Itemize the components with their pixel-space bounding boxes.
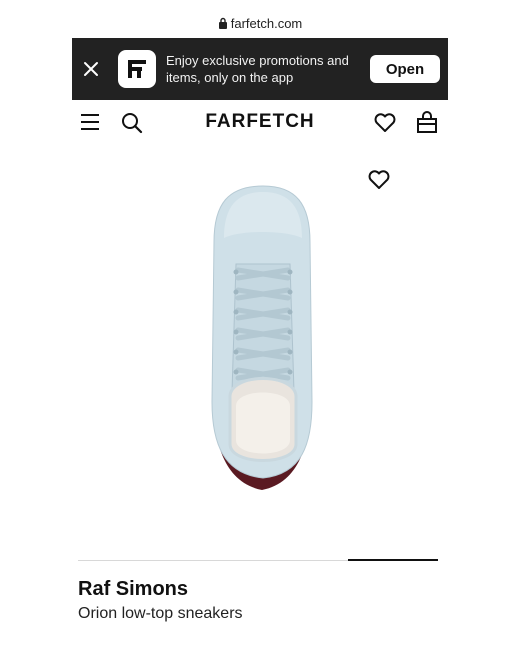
heart-icon[interactable] <box>374 113 396 133</box>
shopping-bag-icon[interactable] <box>416 111 438 133</box>
banner-message: Enjoy exclusive promotions and items, on… <box>166 53 349 85</box>
url-text: farfetch.com <box>230 15 303 31</box>
site-header: FARFETCH <box>72 102 448 146</box>
close-icon <box>84 62 98 76</box>
image-carousel-indicator[interactable] <box>348 559 438 561</box>
app-promo-banner: Enjoy exclusive promotions and items, on… <box>72 38 448 100</box>
farfetch-app-logo <box>118 50 156 88</box>
product-name: Orion low-top sneakers <box>78 605 243 622</box>
product-image[interactable] <box>200 182 326 500</box>
lock-icon <box>218 17 227 29</box>
close-banner-button[interactable] <box>74 38 108 100</box>
open-app-button[interactable]: Open <box>370 55 440 83</box>
farfetch-logo-icon <box>128 60 146 78</box>
browser-url-bar[interactable]: farfetch.com <box>0 12 520 34</box>
product-brand[interactable]: Raf Simons <box>78 578 188 601</box>
wishlist-heart-icon[interactable] <box>368 170 390 190</box>
